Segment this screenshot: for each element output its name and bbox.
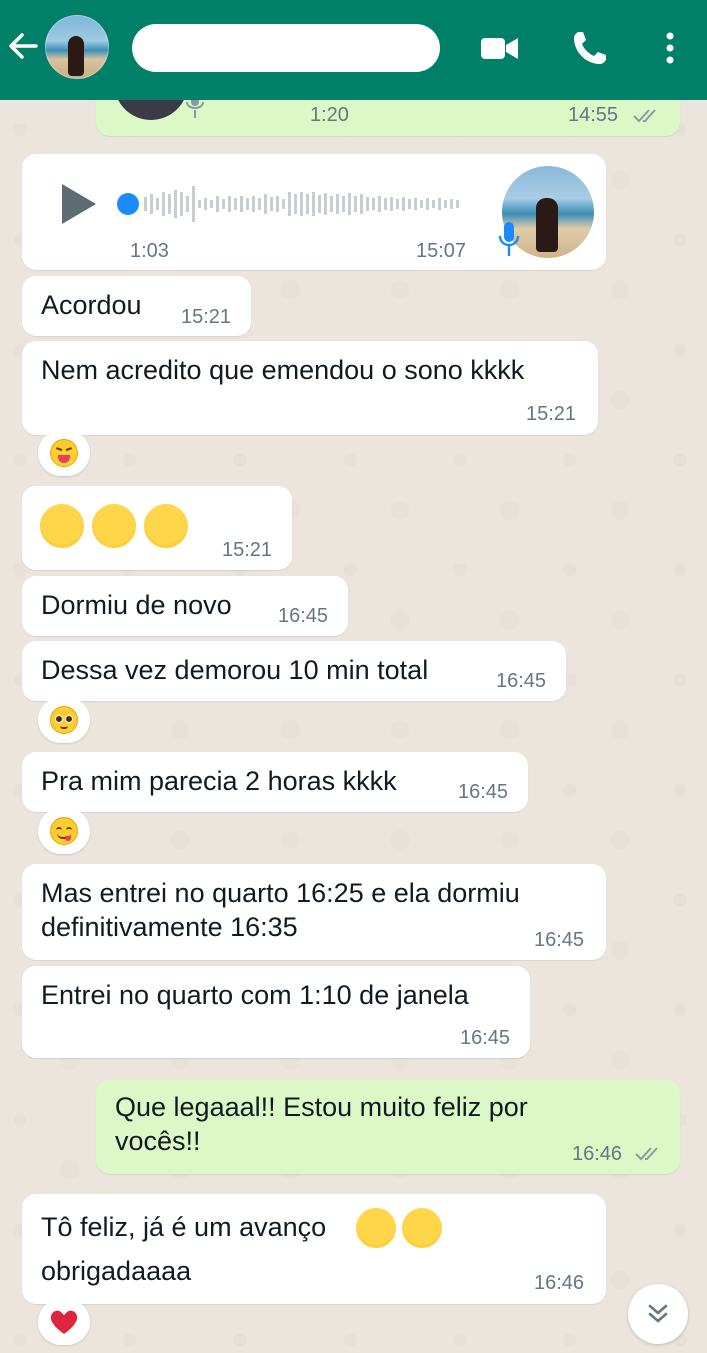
play-icon[interactable]: [58, 182, 98, 226]
yum-face-emoji-icon: [50, 817, 78, 845]
message-text-line2: obrigadaaaa: [41, 1256, 192, 1286]
message-time: 15:21: [222, 539, 273, 561]
message-text-line1: Que legaaal!! Estou muito feliz por: [115, 1092, 528, 1122]
audio-waveform[interactable]: [116, 184, 466, 224]
smiling-hearts-emoji-icon: [92, 504, 136, 548]
incoming-message: Acordou 15:21: [22, 276, 251, 336]
message-text-line2: vocês!!: [115, 1126, 201, 1156]
outgoing-message: Que legaaal!! Estou muito feliz por você…: [96, 1080, 680, 1174]
incoming-message: Tô feliz, já é um avanço obrigadaaaa 16:…: [22, 1194, 606, 1304]
message-time: 16:45: [534, 929, 585, 951]
chat-header: [0, 0, 707, 100]
phone-icon[interactable]: [568, 26, 612, 70]
incoming-message: Dessa vez demorou 10 min total 16:45: [22, 641, 566, 701]
message-time: 16:45: [278, 605, 329, 627]
double-check-icon: [635, 1147, 658, 1161]
message-time: 16:45: [460, 1027, 511, 1049]
message-time: 16:46: [572, 1143, 623, 1165]
message-text: Pra mim parecia 2 horas kkkk: [41, 766, 397, 796]
contact-name-redacted[interactable]: [132, 24, 440, 72]
smiling-hearts-emoji-icon: [356, 1208, 396, 1248]
message-reaction[interactable]: [38, 808, 90, 854]
message-time: 16:46: [534, 1272, 585, 1294]
message-time: 16:45: [458, 781, 509, 803]
message-text-line1: Mas entrei no quarto 16:25 e ela dormiu: [41, 878, 520, 908]
audio-duration: 1:03: [130, 240, 169, 262]
scroll-to-bottom-button[interactable]: [628, 1284, 688, 1344]
audio-duration: 1:20: [310, 104, 349, 126]
mic-icon: [498, 222, 520, 256]
message-time: 15:07: [416, 240, 467, 262]
double-check-icon: [633, 109, 656, 123]
more-vert-icon[interactable]: [648, 26, 692, 70]
incoming-message: Dormiu de novo 16:45: [22, 576, 348, 636]
smiling-hearts-emoji-icon: [144, 504, 188, 548]
message-time: 14:55: [568, 104, 619, 126]
red-heart-icon: [50, 1310, 78, 1334]
holding-back-tears-emoji-icon: [50, 706, 78, 734]
message-time: 16:45: [496, 670, 547, 692]
incoming-audio-message: 1:03 15:07: [22, 154, 606, 270]
video-call-icon[interactable]: [478, 26, 522, 70]
incoming-message: Pra mim parecia 2 horas kkkk 16:45: [22, 752, 528, 812]
double-chevron-down-icon: [648, 1304, 668, 1323]
smiling-hearts-emoji-icon: [40, 504, 84, 548]
contact-avatar[interactable]: [45, 15, 109, 79]
incoming-message: Entrei no quarto com 1:10 de janela 16:4…: [22, 966, 530, 1058]
back-arrow-icon[interactable]: [4, 28, 40, 64]
message-reaction[interactable]: [38, 1299, 90, 1345]
message-text: Nem acredito que emendou o sono kkkk: [41, 355, 525, 385]
incoming-message: 🥰🥰🥰 15:21: [22, 486, 292, 570]
message-time: 15:21: [181, 306, 232, 328]
message-time: 15:21: [526, 403, 577, 425]
message-text: Dessa vez demorou 10 min total: [41, 655, 429, 685]
message-reaction[interactable]: [38, 430, 90, 476]
message-text-line2: definitivamente 16:35: [41, 912, 298, 942]
message-reaction[interactable]: [38, 697, 90, 743]
message-text: Dormiu de novo: [41, 590, 232, 620]
smiling-hearts-emoji-icon: [402, 1208, 442, 1248]
incoming-message: Mas entrei no quarto 16:25 e ela dormiu …: [22, 864, 606, 960]
message-text-line1: Tô feliz, já é um avanço: [41, 1212, 327, 1242]
squinting-tongue-emoji-icon: [50, 439, 78, 467]
message-text: Acordou: [41, 290, 142, 320]
message-text: Entrei no quarto com 1:10 de janela: [41, 980, 469, 1010]
incoming-message: Nem acredito que emendou o sono kkkk 15:…: [22, 341, 598, 435]
